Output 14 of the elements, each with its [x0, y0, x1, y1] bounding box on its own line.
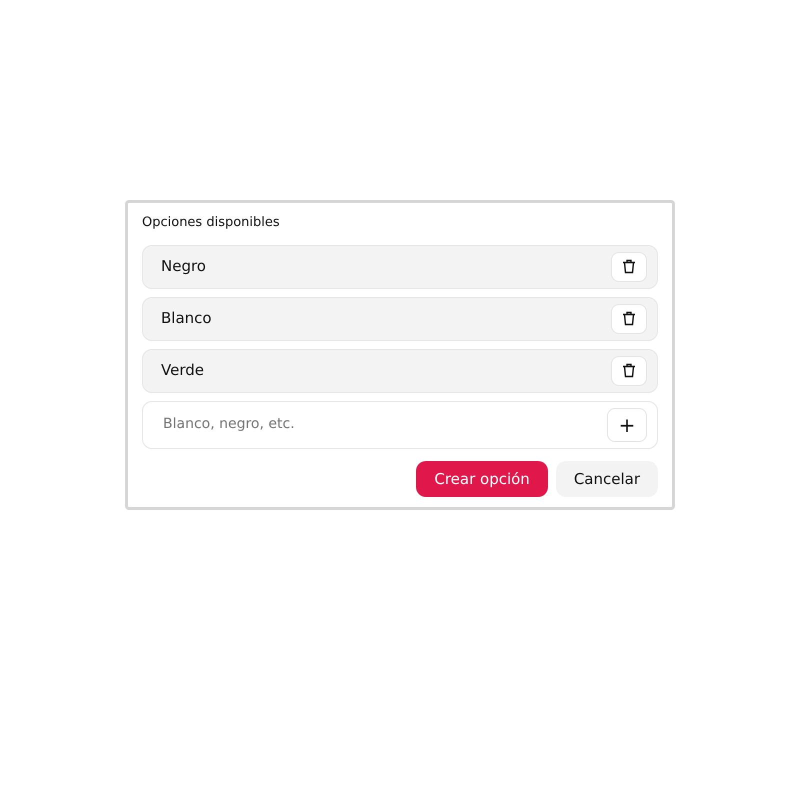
- option-label: Negro: [161, 256, 206, 278]
- new-option-field[interactable]: Blanco, negro, etc. +: [142, 400, 658, 448]
- trash-icon: [622, 311, 636, 326]
- delete-button[interactable]: [611, 252, 647, 282]
- create-button[interactable]: Crear opción: [416, 460, 548, 497]
- cancel-button[interactable]: Cancelar: [556, 460, 658, 497]
- trash-icon: [622, 259, 636, 274]
- option-label: Blanco: [161, 308, 212, 330]
- delete-button[interactable]: [611, 356, 647, 386]
- add-button[interactable]: +: [607, 408, 647, 442]
- delete-button[interactable]: [611, 304, 647, 334]
- option-label: Verde: [161, 360, 204, 382]
- panel-title: Opciones disponibles: [142, 214, 281, 232]
- trash-icon: [622, 363, 636, 378]
